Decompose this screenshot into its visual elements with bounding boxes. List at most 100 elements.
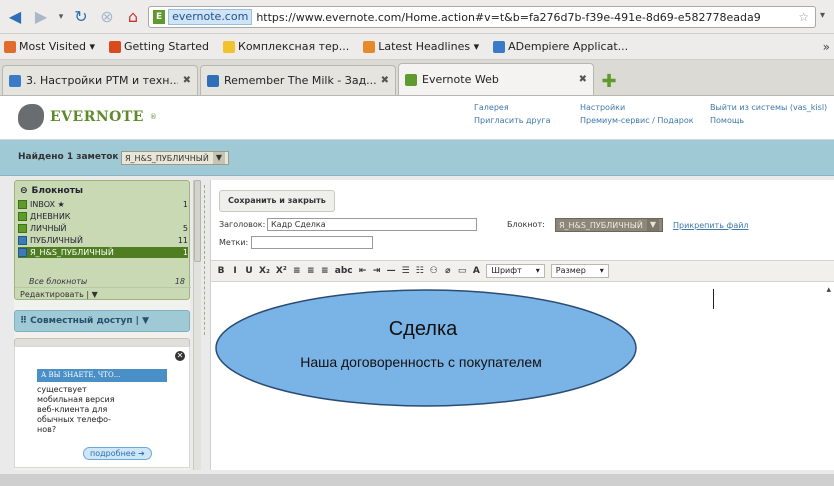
url-bar[interactable]: E evernote.com https://www.evernote.com/… (148, 6, 816, 28)
promo-more-button[interactable]: подробнее ➔ (83, 447, 152, 460)
format-button[interactable]: ≡ (321, 266, 329, 276)
browser-toolbar: ◀ ▶ ▾ ↻ ⊗ ⌂ E evernote.com https://www.e… (0, 0, 834, 34)
font-select[interactable]: Шрифт ▾ (486, 264, 545, 278)
forward-arrow-icon[interactable]: ▶ (30, 6, 52, 28)
browser-tab[interactable]: Remember The Milk - Зад... ✖ (200, 65, 396, 95)
tab-close-icon[interactable]: ✖ (579, 74, 587, 85)
tab-label: Evernote Web (422, 73, 499, 86)
bookmark-label: ADempiere Applicat... (508, 40, 629, 53)
size-select[interactable]: Размер ▾ (550, 264, 609, 278)
sidebar-splitter[interactable] (193, 180, 201, 470)
format-button[interactable]: X² (276, 266, 287, 276)
format-button[interactable]: abc (335, 266, 353, 276)
bookmark-item[interactable]: Most Visited ▾ (4, 40, 95, 53)
bookmark-star-icon[interactable]: ☆ (798, 10, 809, 24)
collapse-icon: ⊖ (20, 186, 28, 196)
logo-text: EVERNOTE (50, 109, 144, 125)
new-tab-button[interactable]: ✚ (596, 67, 622, 95)
premium-link[interactable]: Премиум-сервис / Подарок (580, 116, 694, 125)
format-button[interactable]: ▭ (458, 266, 467, 276)
attach-file-link[interactable]: Прикрепить файл (673, 221, 749, 230)
logout-link[interactable]: Выйти из системы (vas_kisl) (710, 103, 827, 112)
format-button[interactable]: ≡ (293, 266, 301, 276)
bookmark-item[interactable]: ADempiere Applicat... (493, 40, 628, 53)
note-notebook-dropdown[interactable]: Я_H&S_ПУБЛИЧНЫЙ ▼ (555, 218, 663, 232)
format-button[interactable]: ⚇ (430, 266, 438, 276)
all-notebooks-row[interactable]: Все блокноты 18 (29, 277, 185, 286)
url-dropdown-icon[interactable]: ▾ (820, 10, 834, 21)
format-button[interactable]: I (231, 266, 239, 276)
format-button[interactable]: ⇥ (373, 266, 381, 276)
tags-input[interactable] (251, 236, 373, 249)
bookmark-favicon-icon (223, 40, 236, 53)
notebook-item[interactable]: ПУБЛИЧНЫЙ 11 (18, 235, 188, 246)
tab-favicon-icon (405, 73, 417, 86)
notebooks-panel: ⊖ Блокноты INBOX ★ 1 ДНЕВНИК ЛИЧНЫЙ 5 ПУБЛИЧН… (14, 180, 191, 301)
site-favicon: E (153, 10, 166, 24)
tab-close-icon[interactable]: ✖ (381, 75, 389, 86)
note-title-input[interactable] (267, 218, 477, 231)
notebook-item[interactable]: ДНЕВНИК (18, 211, 188, 222)
browser-tab[interactable]: 3. Настройки PTM и техн... ✖ (2, 65, 198, 95)
shared-access-label: Совместный доступ | ▼ (30, 316, 150, 326)
site-identity-host[interactable]: evernote.com (168, 9, 253, 25)
format-button[interactable]: ⌀ (444, 266, 452, 276)
bookmark-label: Getting Started (123, 40, 210, 53)
format-button[interactable]: U (245, 266, 253, 276)
notebook-count: 5 (182, 224, 188, 233)
format-button[interactable]: ≡ (307, 266, 315, 276)
notebook-count: 11 (177, 236, 188, 245)
deal-title: Сделка (389, 318, 458, 340)
format-toolbar: B I U X₂ X² ≡ ≡ ≡ abc ⇤ ⇥ — ☰ ☷ ⚇ ⌀ ▭ A Шрифт ▾ Размер ▾ (211, 260, 834, 282)
sidebar: ⊖ Блокноты INBOX ★ 1 ДНЕВНИК ЛИЧНЫЙ 5 ПУБЛИЧН… (14, 180, 191, 470)
notebook-item[interactable]: INBOX ★ 1 (18, 199, 188, 210)
edit-notebooks-button[interactable]: Редактировать | ▼ (15, 287, 191, 301)
evernote-header: EVERNOTE ® Галерея Пригласить друга Настр… (0, 96, 834, 140)
save-close-button[interactable]: Сохранить и закрыть (219, 190, 335, 212)
format-button[interactable]: ☰ (402, 266, 410, 276)
note-editor: Сохранить и закрыть Заголовок: Блокнот: … (210, 180, 834, 470)
all-notebooks-count: 18 (174, 277, 185, 286)
chevron-down-icon: ▾ (599, 266, 604, 275)
splitter-handle[interactable] (194, 180, 201, 262)
tags-label: Метки: (219, 238, 249, 247)
format-button[interactable]: X₂ (259, 266, 270, 276)
deal-ellipse[interactable] (215, 289, 637, 407)
format-button[interactable]: ⇤ (359, 266, 367, 276)
reload-icon[interactable]: ↻ (70, 6, 92, 28)
format-button[interactable]: B (217, 266, 225, 276)
shared-access-panel[interactable]: ⠿ Совместный доступ | ▼ (14, 310, 190, 332)
select-label: Размер (555, 266, 586, 275)
tab-close-icon[interactable]: ✖ (183, 75, 191, 86)
bookmark-item[interactable]: Комплексная тер... (223, 40, 349, 53)
format-button[interactable]: — (387, 266, 396, 276)
url-text[interactable]: https://www.evernote.com/Home.action#v=t… (256, 11, 760, 24)
gallery-link[interactable]: Галерея (474, 103, 509, 112)
bookmark-item[interactable]: Latest Headlines ▾ (363, 40, 479, 53)
history-dropdown-icon[interactable]: ▾ (56, 12, 66, 22)
found-notebook-dropdown[interactable]: Я_H&S_ПУБЛИЧНЫЙ ▼ (121, 151, 229, 165)
notebooks-header[interactable]: ⊖ Блокноты (20, 186, 83, 196)
notebook-item[interactable]: ЛИЧНЫЙ 5 (18, 223, 188, 234)
browser-tab[interactable]: Evernote Web ✖ (398, 63, 594, 95)
elephant-logo-icon (18, 104, 44, 130)
settings-link[interactable]: Настройки (580, 103, 625, 112)
format-button[interactable]: A (472, 266, 480, 276)
stop-icon[interactable]: ⊗ (96, 6, 118, 28)
invite-friend-link[interactable]: Пригласить друга (474, 116, 550, 125)
notebook-item[interactable]: Я_H&S_ПУБЛИЧНЫЙ 1 (18, 247, 188, 258)
back-arrow-icon[interactable]: ◀ (4, 6, 26, 28)
format-button[interactable]: ☷ (416, 266, 424, 276)
promo-text: существует мобильная версия веб-клиента дл… (37, 385, 169, 435)
bookmarks-overflow-icon[interactable]: » (823, 40, 830, 54)
note-body[interactable]: ▴ Сделка Наша договоренность с покупател… (211, 283, 834, 470)
status-bar (0, 474, 834, 486)
help-link[interactable]: Помощь (710, 116, 744, 125)
home-icon[interactable]: ⌂ (122, 6, 144, 28)
evernote-logo[interactable]: EVERNOTE ® (18, 104, 157, 130)
promo-line: веб-клиента для (37, 405, 108, 414)
bookmark-item[interactable]: Getting Started (108, 40, 210, 53)
close-icon[interactable]: ✕ (175, 351, 185, 361)
chevron-down-icon: ▾ (535, 266, 540, 275)
title-label: Заголовок: (219, 220, 266, 229)
